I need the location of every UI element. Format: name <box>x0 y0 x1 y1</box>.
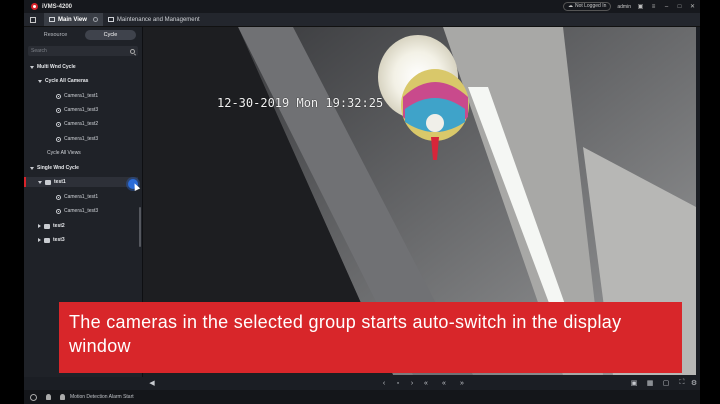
tree-item-cycle-all-views[interactable]: Cycle All Views <box>47 148 81 158</box>
tutorial-caption: The cameras in the selected group starts… <box>59 302 682 373</box>
tree-scrollbar[interactable] <box>139 207 141 247</box>
tree-label: test3 <box>53 237 65 243</box>
tree-folder-test1[interactable]: test1 <box>38 177 66 187</box>
tree-folder-test3[interactable]: test3 <box>38 235 65 245</box>
expand-caret-icon[interactable] <box>38 79 42 83</box>
selected-row-indicator <box>24 177 26 187</box>
app-title: iVMS-4200 <box>42 3 73 10</box>
lock-icon[interactable]: ▣ <box>637 3 644 10</box>
mouse-cursor-icon <box>128 179 138 189</box>
tab-label: Main View <box>58 16 87 23</box>
video-control-bar: ◀ ‹ ▫ › « « » ▣ ▦ ▢ ⛶ ⚙ <box>143 376 700 390</box>
osd-timestamp: 12-30-2019 Mon 19:32:25 <box>217 96 384 110</box>
alarm-icon[interactable] <box>60 394 65 400</box>
camera-icon <box>56 136 61 142</box>
tree-folder-test2[interactable]: test2 <box>38 221 65 231</box>
bell-icon[interactable] <box>46 394 51 400</box>
tree-camera-item[interactable]: Camera1_test2 <box>56 119 98 129</box>
search-icon[interactable] <box>130 48 135 54</box>
stop-icon[interactable]: ▫ <box>393 376 403 390</box>
tab-cycle[interactable]: Cycle <box>85 30 136 40</box>
tree-group-multi-wnd-cycle[interactable]: Multi Wnd Cycle <box>30 62 76 72</box>
tree-camera-item[interactable]: Camera1_test3 <box>56 206 98 216</box>
tree-label: Camera1_test2 <box>64 121 99 127</box>
settings-icon[interactable]: ⚙ <box>689 376 699 390</box>
tab-resource[interactable]: Resource <box>30 30 81 40</box>
camera-icon <box>56 121 61 127</box>
folder-icon <box>45 179 51 185</box>
layout-icon[interactable]: ▣ <box>629 376 639 390</box>
minimize-icon[interactable]: – <box>663 3 670 10</box>
status-alert-icon[interactable] <box>30 393 37 401</box>
module-tab-bar: Main View Maintenance and Management <box>24 13 700 27</box>
folder-icon <box>44 237 50 243</box>
camera-icon <box>56 107 61 113</box>
camera-icon <box>56 194 61 200</box>
fast-rewind-icon[interactable]: « <box>439 376 449 390</box>
cloud-icon: ☁ <box>567 3 573 9</box>
search-input[interactable]: Search <box>28 46 138 56</box>
tree-camera-item[interactable]: Camera1_test1 <box>56 192 98 202</box>
tab-close-icon[interactable] <box>92 17 98 22</box>
tree-label: Camera1_test1 <box>64 93 99 99</box>
expand-caret-icon[interactable] <box>30 166 34 170</box>
tree-label: Camera1_test3 <box>64 208 99 214</box>
tree-label: Cycle All Views <box>47 150 81 156</box>
maximize-icon[interactable]: □ <box>676 3 683 10</box>
tree-group-cycle-all-cameras[interactable]: Cycle All Cameras <box>38 76 88 86</box>
volume-icon[interactable]: ◀ <box>147 376 157 390</box>
fullscreen-icon[interactable]: ⛶ <box>677 376 687 390</box>
tree-label: Camera1_test1 <box>64 194 99 200</box>
tree-label: Single Wnd Cycle <box>37 165 79 171</box>
monitor-icon <box>49 17 55 22</box>
tab-main-view[interactable]: Main View <box>44 13 103 26</box>
fast-forward-icon[interactable]: » <box>457 376 467 390</box>
rewind-icon[interactable]: « <box>421 376 431 390</box>
title-bar-controls: ☁ Not Logged In admin ▣ ≡ – □ ✕ <box>562 0 696 13</box>
window-icon[interactable]: ▢ <box>661 376 671 390</box>
menu-icon[interactable]: ≡ <box>650 3 657 10</box>
tree-label: test1 <box>54 179 66 185</box>
tree-label: test2 <box>53 223 65 229</box>
tab-label: Maintenance and Management <box>116 16 200 23</box>
tree-label: Camera1_test3 <box>64 136 99 142</box>
app-logo-icon <box>31 3 38 10</box>
prev-icon[interactable]: ‹ <box>379 376 389 390</box>
tree-camera-item[interactable]: Camera1_test3 <box>56 134 98 144</box>
module-grid-icon[interactable] <box>28 13 38 26</box>
settings-panel-icon <box>107 17 114 22</box>
collapse-caret-icon[interactable] <box>38 224 41 228</box>
tree-camera-item[interactable]: Camera1_test3 <box>56 105 98 115</box>
user-menu[interactable]: admin <box>617 4 631 10</box>
login-status-button[interactable]: ☁ Not Logged In <box>562 2 612 11</box>
next-icon[interactable]: › <box>407 376 417 390</box>
folder-icon <box>44 223 50 229</box>
grid-icon[interactable]: ▦ <box>645 376 655 390</box>
close-icon[interactable]: ✕ <box>689 3 696 10</box>
tree-label: Cycle All Cameras <box>45 78 89 84</box>
collapse-caret-icon[interactable] <box>38 238 41 242</box>
search-placeholder: Search <box>31 48 47 54</box>
tree-group-single-wnd-cycle[interactable]: Single Wnd Cycle <box>30 163 79 173</box>
expand-caret-icon[interactable] <box>30 65 34 69</box>
tree-label: Camera1_test3 <box>64 107 99 113</box>
expand-caret-icon[interactable] <box>38 180 42 184</box>
tab-maintenance[interactable]: Maintenance and Management <box>103 13 205 26</box>
tree-camera-item[interactable]: Camera1_test1 <box>56 91 98 101</box>
login-status-label: Not Logged In <box>574 3 607 9</box>
alarm-status-text: Motion Detection Alarm Start <box>70 394 134 400</box>
tree-label: Multi Wnd Cycle <box>37 64 76 70</box>
title-bar: iVMS-4200 ☁ Not Logged In admin ▣ ≡ – □ … <box>24 0 700 13</box>
camera-icon <box>56 208 61 214</box>
status-bar: Motion Detection Alarm Start <box>24 390 700 404</box>
panel-tabs: Resource Cycle <box>24 27 142 42</box>
camera-icon <box>56 93 61 99</box>
